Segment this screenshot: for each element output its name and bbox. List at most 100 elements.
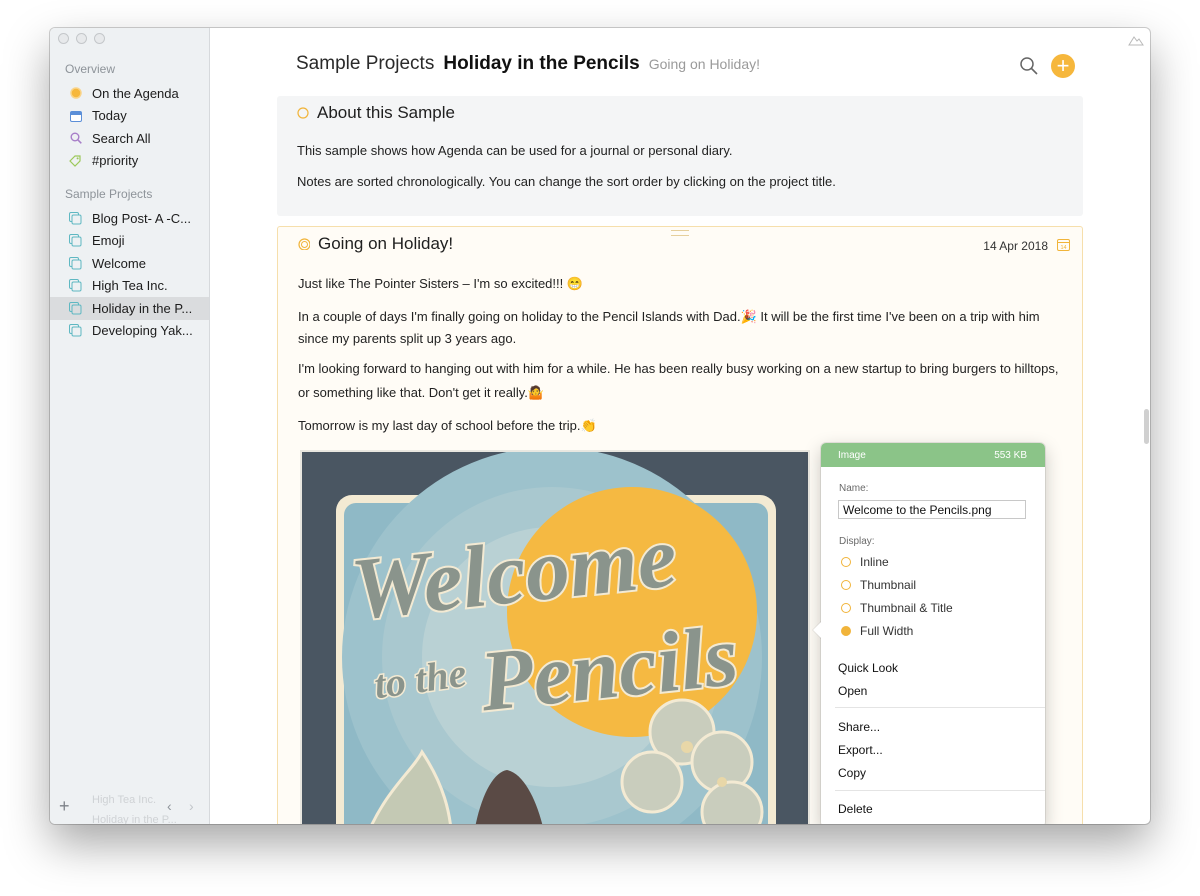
radio-button[interactable]	[841, 603, 851, 613]
note-paragraph: Tomorrow is my last day of school before…	[298, 418, 597, 433]
sidebar-item-project[interactable]: Blog Post- A -C...	[50, 207, 209, 230]
welcome-poster-illustration: Welcome to the Pencils	[302, 452, 808, 824]
sidebar-item-priority[interactable]: #priority	[50, 150, 209, 173]
forward-button[interactable]: ›	[189, 798, 194, 814]
project-icon	[69, 324, 82, 337]
sidebar-item-label: Blog Post- A -C...	[92, 210, 191, 226]
minimize-window-button[interactable]	[76, 33, 87, 44]
popover-arrow	[813, 621, 822, 639]
radio-button[interactable]	[841, 557, 851, 567]
breadcrumb: Sample Projects Holiday in the Pencils G…	[296, 53, 760, 75]
svg-text:14: 14	[1060, 245, 1066, 251]
sidebar-item-label: Holiday in the P...	[92, 300, 193, 316]
note-paragraph: Notes are sorted chronologically. You ca…	[297, 174, 836, 189]
sidebar-item-project[interactable]: Emoji	[50, 230, 209, 253]
radio-label: Inline	[860, 555, 889, 569]
note-title-row: About this Sample	[297, 103, 455, 123]
header: Sample Projects Holiday in the Pencils G…	[210, 28, 1150, 90]
search-button[interactable]	[1019, 56, 1039, 76]
note-title[interactable]: Going on Holiday!	[318, 234, 453, 254]
mountain-icon	[1128, 33, 1144, 51]
back-button[interactable]: ‹	[167, 798, 172, 814]
add-note-button[interactable]: +	[1051, 54, 1075, 78]
display-option-full-width[interactable]: Full Width	[841, 624, 913, 638]
projects-list: Blog Post- A -C... Emoji Welcome High Te…	[50, 207, 209, 342]
add-project-button[interactable]: +	[59, 796, 70, 817]
note-paragraph: since my parents split up 3 years ago.	[298, 331, 517, 346]
search-icon	[1020, 57, 1038, 75]
copy-menu-item[interactable]: Copy	[838, 766, 866, 780]
project-title[interactable]: Holiday in the Pencils	[443, 53, 639, 75]
sidebar-item-label: Emoji	[92, 233, 125, 249]
sidebar-item-project[interactable]: Welcome	[50, 252, 209, 275]
sidebar-item-label: Today	[92, 108, 127, 124]
note-title-row: Going on Holiday!	[298, 234, 453, 254]
sidebar-item-search-all[interactable]: Search All	[50, 127, 209, 150]
calendar-icon	[69, 109, 82, 122]
note-date[interactable]: 14 Apr 2018	[983, 239, 1048, 253]
project-icon	[69, 234, 82, 247]
note-subtitle: Going on Holiday!	[648, 56, 761, 72]
open-menu-item[interactable]: Open	[838, 684, 867, 698]
sidebar-item-label: #priority	[92, 153, 139, 169]
radio-label: Full Width	[860, 624, 914, 638]
display-option-thumbnail-title[interactable]: Thumbnail & Title	[841, 601, 953, 615]
app-window: Overview On the Agenda Today Search All	[50, 28, 1150, 824]
zoom-window-button[interactable]	[94, 33, 105, 44]
note-status-icon[interactable]	[298, 238, 310, 250]
note-paragraph: In a couple of days I'm finally going on…	[298, 309, 1040, 324]
sidebar-item-project[interactable]: Developing Yak...	[50, 320, 209, 343]
scrollbar-thumb[interactable]	[1144, 409, 1149, 444]
projects-section-title: Sample Projects	[65, 187, 153, 201]
project-icon	[69, 256, 82, 270]
sidebar-item-on-the-agenda[interactable]: On the Agenda	[50, 82, 209, 105]
display-option-inline[interactable]: Inline	[841, 555, 889, 569]
popover-type: Image	[838, 449, 866, 461]
popover-header: Image 553 KB	[821, 443, 1045, 467]
sidebar-footer: + ‹ ›	[50, 792, 209, 824]
note-paragraph: or something like that. Don't get it rea…	[298, 385, 545, 400]
project-icon	[69, 279, 82, 292]
note-title[interactable]: About this Sample	[317, 103, 455, 123]
image-name-field[interactable]	[838, 500, 1026, 519]
attached-image[interactable]: Welcome to the Pencils	[300, 450, 810, 824]
drag-handle[interactable]	[671, 230, 689, 236]
note-status-icon[interactable]	[297, 107, 309, 119]
name-label: Name:	[839, 483, 869, 494]
window-controls	[58, 33, 105, 44]
image-info-popover: Image 553 KB Name: Display: Inline Thumb…	[813, 443, 1045, 824]
sidebar-item-label: High Tea Inc.	[92, 278, 168, 294]
note-card[interactable]: About this Sample This sample shows how …	[277, 96, 1083, 216]
sidebar-item-label: Search All	[92, 130, 151, 146]
sidebar-item-project-selected[interactable]: Holiday in the P...	[50, 297, 209, 320]
agenda-dot-icon	[69, 87, 82, 100]
quick-look-menu-item[interactable]: Quick Look	[838, 661, 898, 675]
calendar-icon[interactable]: 14	[1057, 238, 1070, 256]
radio-button-selected[interactable]	[841, 626, 851, 636]
search-icon	[69, 132, 82, 145]
sidebar-item-today[interactable]: Today	[50, 105, 209, 128]
radio-label: Thumbnail	[860, 578, 917, 592]
sidebar-item-label: Developing Yak...	[92, 323, 193, 339]
popover-file-size: 553 KB	[994, 449, 1027, 461]
export-menu-item[interactable]: Export...	[838, 743, 883, 757]
note-paragraph: This sample shows how Agenda can be used…	[297, 143, 733, 158]
overview-section-title: Overview	[65, 62, 116, 76]
delete-menu-item[interactable]: Delete	[838, 802, 873, 816]
project-icon	[69, 211, 82, 225]
sidebar-item-label: Welcome	[92, 255, 146, 271]
display-option-thumbnail[interactable]: Thumbnail	[841, 578, 916, 592]
project-icon	[69, 301, 82, 315]
tag-icon	[69, 154, 82, 168]
sidebar-item-project[interactable]: High Tea Inc.	[50, 275, 209, 298]
radio-label: Thumbnail & Title	[860, 601, 953, 615]
sidebar-item-label: On the Agenda	[92, 85, 179, 101]
overview-list: On the Agenda Today Search All #priority	[50, 82, 209, 172]
menu-separator	[835, 707, 1045, 708]
breadcrumb-category[interactable]: Sample Projects	[296, 53, 434, 75]
share-menu-item[interactable]: Share...	[838, 720, 880, 734]
menu-separator	[835, 790, 1045, 791]
sidebar: Overview On the Agenda Today Search All	[50, 28, 210, 824]
close-window-button[interactable]	[58, 33, 69, 44]
radio-button[interactable]	[841, 580, 851, 590]
